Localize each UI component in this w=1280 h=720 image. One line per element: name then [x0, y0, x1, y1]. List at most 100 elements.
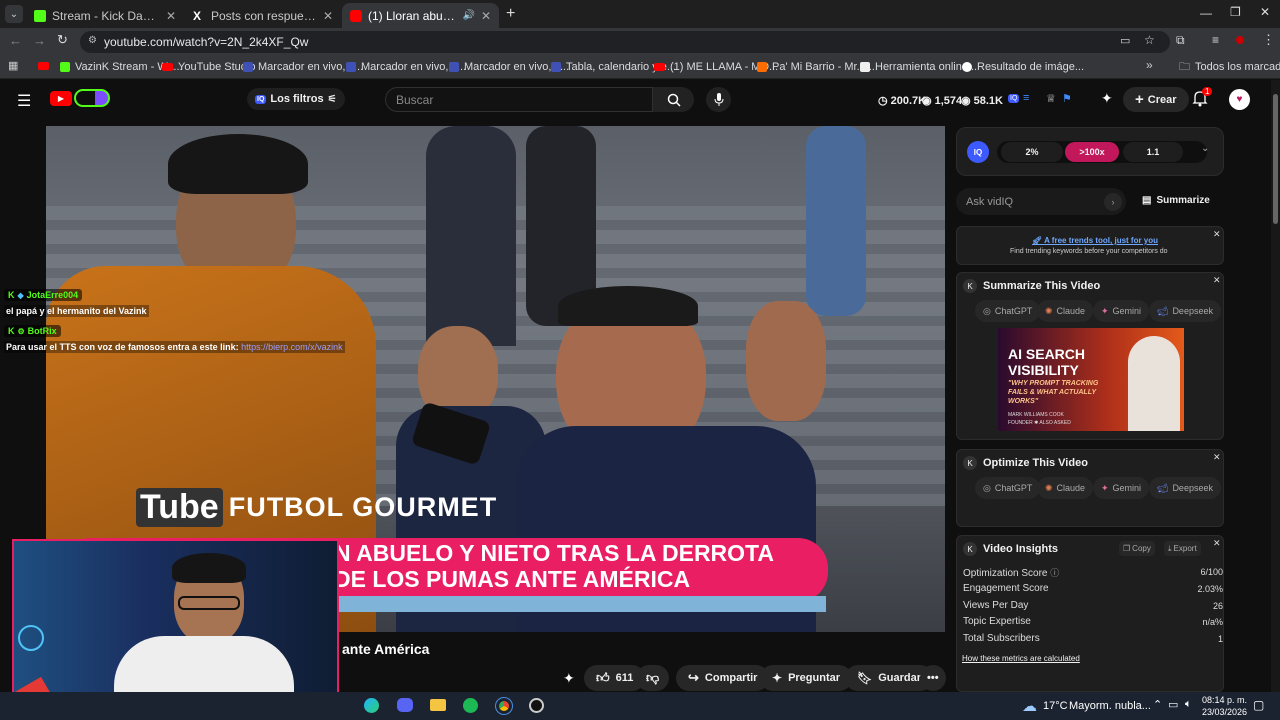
bookmark-item[interactable]: Herramienta online... [860, 59, 977, 75]
deepseek-chip[interactable]: 🐋︎ Deepseek [1149, 477, 1221, 499]
copy-button[interactable]: ❐ Copy [1119, 541, 1155, 556]
claude-chip[interactable]: ✺ Claude [1037, 300, 1094, 322]
tray-chevron-icon[interactable]: ⌃ [1153, 698, 1162, 711]
list-icon[interactable]: ≡ [1023, 92, 1029, 104]
network-icon[interactable]: ▭ [1168, 698, 1178, 711]
cast-icon[interactable]: ▭ [1120, 34, 1130, 47]
close-icon[interactable]: ✕ [1213, 275, 1221, 286]
extensions-icon[interactable]: ⧉ [1176, 33, 1185, 48]
notification-center-icon[interactable]: ▢ [1253, 698, 1264, 712]
close-icon[interactable]: ✕ [1213, 538, 1221, 549]
reload-icon[interactable]: ↻ [57, 32, 68, 48]
restore-button[interactable]: ❐ [1230, 5, 1241, 19]
sparkle-icon: ✦ [772, 671, 783, 685]
summarize-button[interactable]: ▤ Summarize [1142, 195, 1210, 206]
extension-puzzle-icon[interactable]: ✦ [1101, 90, 1113, 107]
trophy-icon[interactable]: ♕ [1046, 92, 1056, 105]
vidiq-header-icon[interactable]: IQ [1008, 94, 1020, 103]
avatar[interactable]: ♥ [1229, 89, 1250, 110]
score-pill-1[interactable]: 2% [1001, 142, 1063, 162]
ad-banner[interactable]: AI SEARCH VISIBILITY "WHY PROMPT TRACKIN… [998, 328, 1184, 431]
media-icon[interactable]: ≡ [1212, 33, 1219, 47]
send-arrow-icon[interactable]: › [1104, 193, 1122, 211]
search-input[interactable]: Buscar [396, 93, 433, 107]
ask-button[interactable]: ✦ Preguntar [760, 665, 853, 691]
close-icon[interactable]: ✕ [166, 9, 176, 23]
export-button[interactable]: ⤓ Export [1164, 541, 1201, 556]
close-icon[interactable]: ✕ [1213, 229, 1221, 240]
chatgpt-chip[interactable]: ◎ ChatGPT [975, 477, 1041, 499]
ask-vidiq-input[interactable]: Ask vidIQ › [956, 188, 1126, 215]
weather-desc[interactable]: Mayorm. nubla... [1069, 700, 1151, 712]
gemini-chip[interactable]: ✦ Gemini [1093, 477, 1150, 499]
obs-icon[interactable] [529, 698, 544, 713]
menu-kebab-icon[interactable]: ⋮ [1262, 32, 1275, 48]
chat-username: JotaErre004 [26, 290, 79, 300]
tab-x-posts[interactable]: X Posts con respuestas de VazinK ✕ [185, 3, 341, 28]
tab-search-button[interactable]: ⌄ [5, 5, 23, 23]
page-scrollbar[interactable] [1271, 80, 1280, 692]
vidiq-action-icon[interactable]: ✦ [563, 670, 575, 687]
info-icon[interactable]: ⓘ [1050, 568, 1059, 578]
tab-kick-dashboard[interactable]: Stream - Kick Dashboard ✕ [26, 3, 184, 28]
overflow-chevron-icon[interactable]: » [1146, 58, 1153, 72]
chat-link[interactable]: https://bierp.com/x/vazink [241, 342, 343, 352]
close-window-button[interactable]: ✕ [1260, 5, 1270, 19]
chrome-icon[interactable] [495, 697, 513, 715]
apps-grid-icon[interactable]: ▦ [8, 59, 18, 72]
volume-icon[interactable]: 🔈︎ [1185, 698, 1192, 711]
folder-icon[interactable] [430, 699, 446, 711]
new-tab-button[interactable]: + [506, 5, 515, 23]
score-pill-2[interactable]: >100x [1065, 142, 1119, 162]
speaker-icon[interactable]: 🔊 [462, 10, 474, 21]
address-bar[interactable]: ⚙ youtube.com/watch?v=2N_2k4XF_Qw ▭ ☆ [80, 31, 1170, 53]
tab-youtube-video[interactable]: (1) Lloran abuelo y nieto tras 🔊 ✕ [342, 3, 499, 28]
share-button[interactable]: ↪ Compartir [676, 665, 770, 691]
bookmark-star-icon[interactable]: ☆ [1144, 33, 1155, 47]
site-info-icon[interactable]: ⚙ [88, 35, 97, 46]
scoreboard-icon [243, 62, 253, 72]
minimize-button[interactable]: — [1200, 6, 1212, 20]
gemini-chip[interactable]: ✦ Gemini [1093, 300, 1150, 322]
promo-link-row[interactable]: 🚀︎ A free trends tool, just for you [1032, 236, 1158, 245]
more-actions-button[interactable]: ••• [920, 665, 946, 691]
clock-date[interactable]: 23/03/2026 [1202, 707, 1247, 717]
profile-icon[interactable] [1236, 36, 1244, 44]
youtube-bookmark-icon[interactable] [38, 62, 49, 70]
chat-message: K ⚙ BotRix Para usar el TTS con voz de f… [4, 325, 345, 353]
hamburger-menu-icon[interactable]: ☰ [17, 91, 31, 111]
voice-search-button[interactable] [706, 87, 731, 112]
deepseek-chip[interactable]: 🐋︎ Deepseek [1149, 300, 1221, 322]
bookmark-item[interactable]: Resultado de imáge... [962, 59, 1084, 75]
close-icon[interactable]: ✕ [1213, 452, 1221, 463]
clock-time[interactable]: 08:14 p. m. [1202, 695, 1247, 705]
all-bookmarks-button[interactable]: 🗀 Todos los marcadores [1179, 59, 1280, 75]
rocket-icon[interactable]: ⚑ [1062, 92, 1072, 105]
vidiq-logo[interactable]: IQ [967, 141, 989, 163]
chip-label: Claude [1056, 306, 1086, 316]
scrollbar-thumb[interactable] [1273, 94, 1278, 224]
claude-chip[interactable]: ✺ Claude [1037, 477, 1094, 499]
close-icon[interactable]: ✕ [323, 9, 333, 23]
ad-line2: VISIBILITY [1008, 362, 1079, 378]
search-button[interactable] [653, 87, 694, 112]
score-pill-3[interactable]: 1.1 [1123, 142, 1183, 162]
create-button[interactable]: + Crear [1123, 87, 1189, 112]
chatgpt-chip[interactable]: ◎ ChatGPT [975, 300, 1041, 322]
close-icon[interactable]: ✕ [481, 9, 491, 23]
chevron-down-icon[interactable]: ⌄ [1201, 143, 1209, 154]
dislike-button[interactable]: 👎︎ [636, 665, 670, 691]
weather-temp[interactable]: 17°C [1043, 700, 1068, 712]
spotify-icon[interactable] [463, 698, 478, 713]
forward-icon[interactable]: → [33, 33, 46, 48]
back-icon[interactable]: ← [9, 33, 22, 48]
bookmark-item[interactable]: YouTube Studio [162, 59, 255, 75]
filters-button[interactable]: IQ Los filtros ⚟ [247, 88, 345, 110]
notifications-button[interactable]: 1 [1192, 87, 1213, 110]
summarize-title: Summarize This Video [983, 280, 1101, 292]
search-box[interactable]: Buscar [385, 87, 653, 112]
metrics-explainer-link[interactable]: How these metrics are calculated [962, 654, 1080, 663]
discord-icon[interactable] [397, 698, 413, 712]
youtube-logo[interactable]: ▶ [50, 91, 72, 106]
edge-icon[interactable] [364, 698, 379, 713]
